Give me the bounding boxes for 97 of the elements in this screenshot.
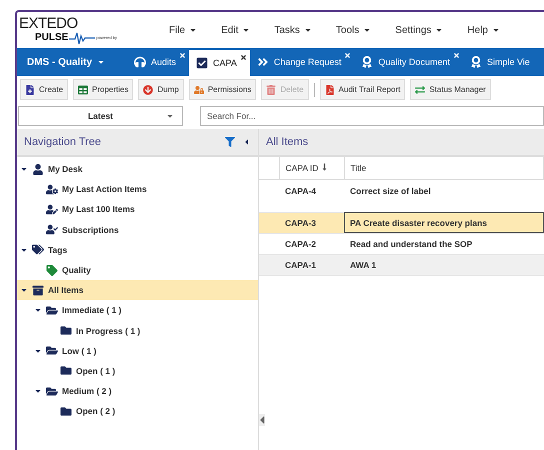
table-cell: CAPA-2 [279, 233, 344, 254]
caret-icon [492, 26, 500, 34]
caret-icon[interactable] [20, 165, 28, 174]
headphones-icon [134, 56, 146, 68]
toolbar-button[interactable]: Create [20, 79, 68, 100]
tree-item[interactable]: Subscriptions [62, 224, 119, 235]
collapse-icon[interactable] [259, 414, 265, 426]
download-icon [143, 84, 154, 94]
tree-item[interactable]: Immediate ( 1 ) [62, 305, 122, 316]
tab[interactable]: Audits [127, 48, 190, 76]
table-row[interactable]: CAPA-2 Read and understand the SOP [259, 233, 544, 254]
open-folder-icon [46, 345, 58, 356]
caret-icon [304, 26, 312, 34]
user-check-icon [46, 224, 58, 236]
pulse-wave-icon [69, 30, 96, 44]
folder-icon [60, 406, 72, 417]
swap-arrows-icon [415, 84, 426, 94]
menu-item[interactable]: Edit [221, 24, 250, 36]
logo-text: EXTEDO [19, 16, 79, 30]
open-folder-icon [46, 304, 58, 316]
tree-item[interactable]: In Progress ( 1 ) [76, 326, 140, 336]
tree-item[interactable]: All Items [48, 285, 84, 296]
menu-item[interactable]: Tools [336, 24, 372, 36]
pdf-icon [324, 84, 335, 94]
table-row[interactable]: CAPA-4 Correct size of label [259, 179, 544, 212]
table-row[interactable]: CAPA-3 PA Create disaster recovery plans [259, 212, 544, 233]
table-row[interactable]: CAPA-1 AWA 1 [259, 254, 544, 275]
caret-icon [166, 112, 174, 120]
column-header[interactable]: Title [344, 157, 544, 179]
user-lock-icon [194, 84, 204, 94]
close-icon[interactable] [179, 52, 186, 59]
tree-item[interactable]: My Last 100 Items [62, 204, 135, 214]
tab[interactable]: Change Request [250, 48, 354, 76]
award-icon [361, 56, 374, 68]
menu-item[interactable]: File [169, 24, 198, 36]
toolbar-button[interactable]: Properties [73, 79, 134, 100]
search-field[interactable]: Search For... [200, 106, 544, 126]
user-gear-icon [46, 184, 58, 195]
tab[interactable]: Quality Document [354, 48, 463, 76]
tree-item[interactable]: My Desk [48, 164, 82, 174]
double-chevron-icon [256, 56, 269, 68]
version-select[interactable]: Latest [18, 106, 183, 126]
user-edit-icon [46, 204, 58, 215]
toolbar-button[interactable]: Dump [138, 79, 184, 100]
caret-icon[interactable] [34, 306, 42, 314]
user-icon [32, 164, 44, 175]
table-icon [78, 84, 88, 94]
filter-icon[interactable] [225, 137, 235, 147]
table-cell: CAPA-1 [279, 254, 344, 275]
table-cell: AWA 1 [344, 254, 544, 275]
table-cell: PA Create disaster recovery plans [344, 212, 544, 233]
table-cell: CAPA-3 [279, 212, 344, 233]
caret-icon[interactable] [34, 387, 42, 396]
tree-item[interactable]: Quality [62, 265, 91, 276]
file-plus-icon [25, 84, 35, 94]
folder-icon [60, 365, 72, 376]
workspace-dropdown[interactable]: DMS - Quality [17, 48, 127, 76]
logo-text: PULSE [35, 32, 68, 42]
close-icon[interactable] [452, 52, 460, 59]
tree-item[interactable]: My Last Action Items [62, 184, 147, 194]
column-header[interactable]: CAPA ID [279, 157, 344, 179]
caret-icon [189, 26, 198, 34]
tree-item[interactable]: Low ( 1 ) [62, 346, 96, 356]
open-folder-icon [46, 386, 58, 397]
toolbar-button[interactable]: Audit Trail Report [320, 79, 406, 100]
tag-icon [46, 264, 58, 276]
tags-icon [32, 244, 44, 256]
tab[interactable]: Simple Vie [462, 48, 543, 76]
trash-icon [266, 84, 276, 94]
table-cell: Read and understand the SOP [344, 233, 544, 254]
caret-icon [435, 26, 444, 34]
tree-item[interactable]: Medium ( 2 ) [62, 386, 112, 396]
menu-item[interactable]: Tasks [274, 24, 312, 36]
caret-icon[interactable] [20, 286, 28, 294]
tree-item[interactable]: Tags [48, 244, 68, 255]
close-icon[interactable] [344, 52, 352, 59]
panel-title: All Items [266, 136, 310, 148]
tab[interactable]: CAPA [189, 50, 250, 76]
archive-icon [32, 284, 44, 296]
tree-item[interactable]: Open ( 2 ) [76, 406, 116, 416]
table-cell: Correct size of label [344, 179, 544, 212]
caret-icon [242, 26, 250, 34]
award-icon [470, 56, 482, 68]
menu-item[interactable]: Help [467, 24, 500, 36]
checkbox-icon [196, 57, 208, 69]
menu-item[interactable]: Settings [395, 24, 444, 36]
caret-icon [97, 58, 106, 66]
tree-item[interactable]: Open ( 1 ) [76, 366, 116, 376]
toolbar-button[interactable]: Status Manager [410, 79, 491, 100]
table-cell: CAPA-4 [279, 179, 344, 212]
toolbar-button[interactable]: Permissions [188, 79, 256, 100]
close-icon[interactable] [240, 54, 247, 61]
collapse-icon[interactable] [243, 138, 250, 146]
panel-title: Navigation Tree [24, 136, 102, 148]
caret-icon [363, 26, 372, 34]
folder-icon [60, 325, 72, 336]
sort-arrow-icon [320, 162, 328, 171]
